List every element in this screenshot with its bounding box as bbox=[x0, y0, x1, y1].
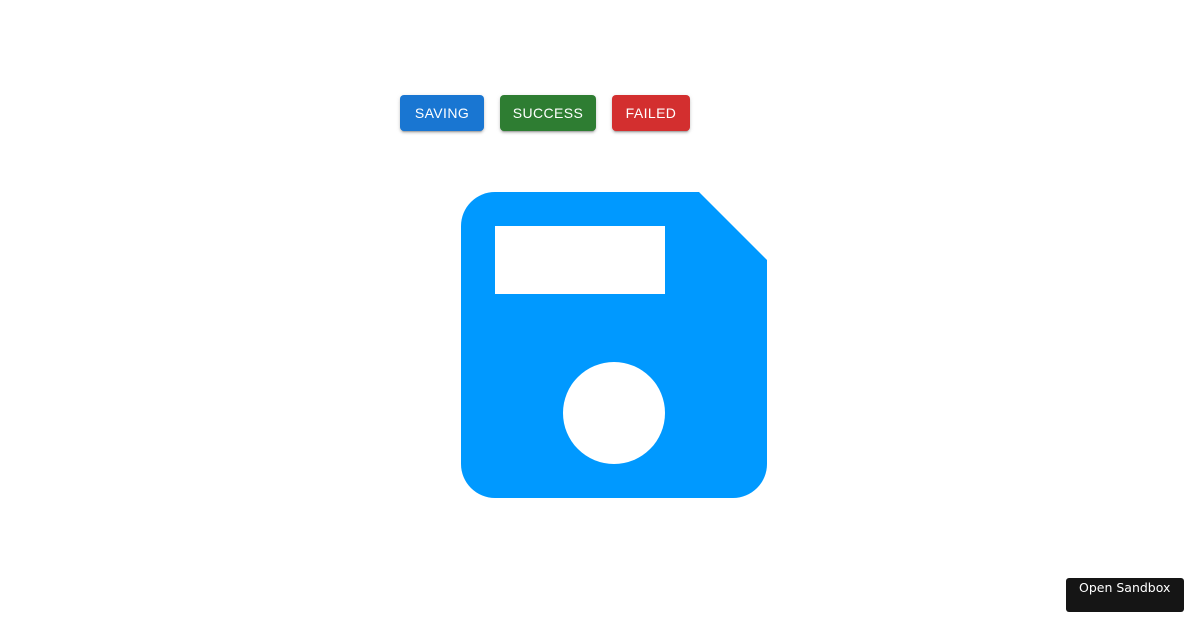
page: Saving Success Failed Open Sandbox bbox=[0, 0, 1200, 630]
open-sandbox-button[interactable]: Open Sandbox bbox=[1066, 578, 1184, 612]
save-icon bbox=[461, 192, 767, 498]
floppy-disk-icon bbox=[461, 192, 767, 498]
success-button[interactable]: Success bbox=[500, 95, 596, 131]
status-button-group: Saving Success Failed bbox=[400, 95, 690, 131]
saving-button[interactable]: Saving bbox=[400, 95, 484, 131]
failed-button[interactable]: Failed bbox=[612, 95, 690, 131]
floppy-disk-label bbox=[495, 226, 665, 294]
floppy-disk-hub bbox=[563, 362, 665, 464]
